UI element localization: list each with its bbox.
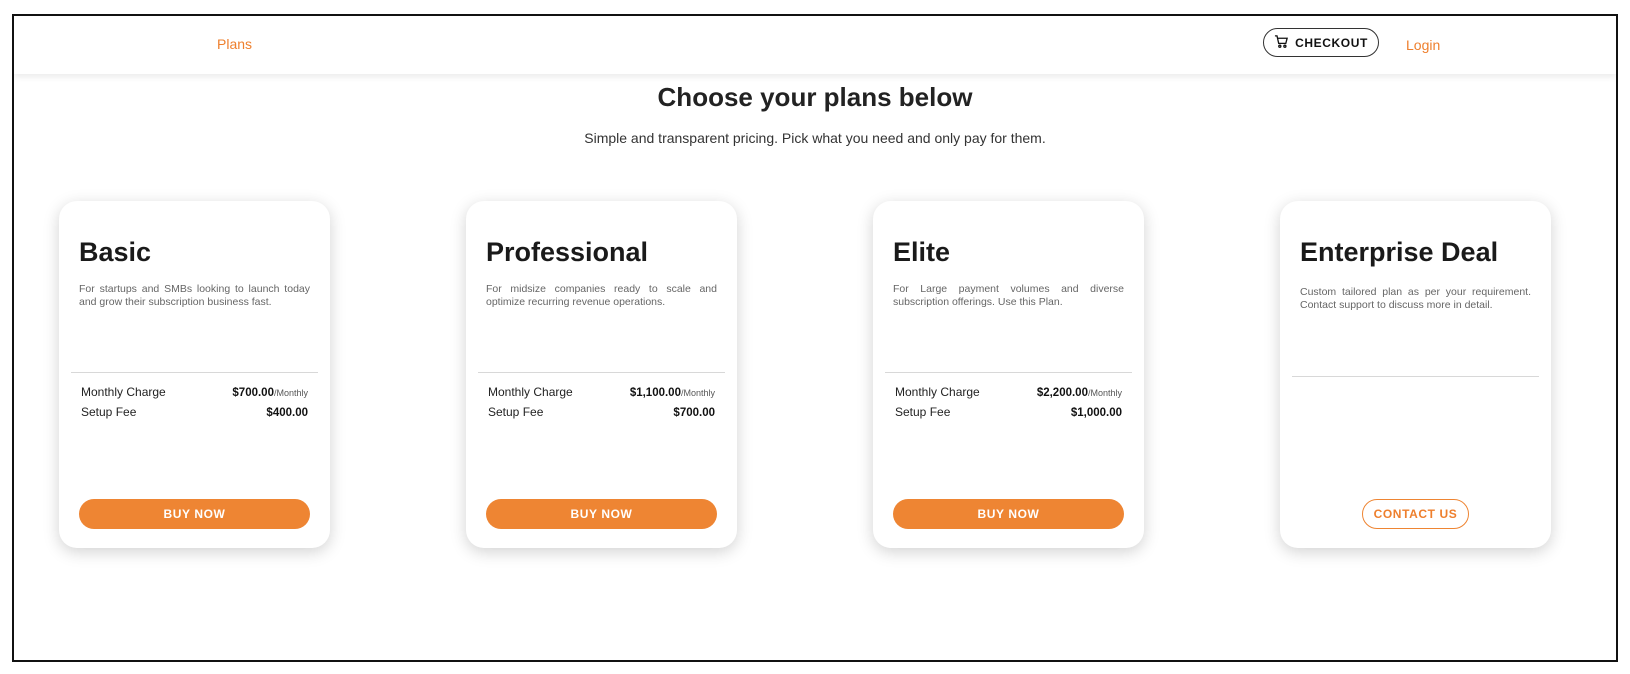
setup-fee-row: Setup Fee $700.00 xyxy=(488,405,715,419)
buy-now-button[interactable]: BUY NOW xyxy=(893,499,1124,529)
plan-divider xyxy=(885,372,1132,373)
setup-fee-row: Setup Fee $1,000.00 xyxy=(895,405,1122,419)
page-frame: Plans CHECKOUT Login Choose your plans b… xyxy=(12,14,1618,662)
monthly-charge-unit: /Monthly xyxy=(273,388,308,398)
plan-card-elite: Elite For Large payment volumes and dive… xyxy=(873,201,1144,548)
cart-icon xyxy=(1274,34,1289,52)
plan-title: Enterprise Deal xyxy=(1300,237,1499,267)
monthly-charge-unit: /Monthly xyxy=(680,388,715,398)
setup-fee-row: Setup Fee $400.00 xyxy=(81,405,308,419)
plan-divider xyxy=(478,372,725,373)
login-link[interactable]: Login xyxy=(1406,37,1440,53)
plan-description: Custom tailored plan as per your require… xyxy=(1300,286,1531,311)
plan-description: For midsize companies ready to scale and… xyxy=(486,283,717,308)
setup-fee-amount: $400.00 xyxy=(266,407,308,419)
contact-us-button[interactable]: CONTACT US xyxy=(1362,499,1469,529)
plan-divider xyxy=(1292,376,1539,377)
plan-card-basic: Basic For startups and SMBs looking to l… xyxy=(59,201,330,548)
setup-fee-label: Setup Fee xyxy=(895,405,951,419)
monthly-charge-unit: /Monthly xyxy=(1087,388,1122,398)
plan-description: For Large payment volumes and diverse su… xyxy=(893,283,1124,308)
monthly-charge-amount: $700.00 xyxy=(232,387,274,399)
page-title: Choose your plans below xyxy=(657,82,973,112)
plan-title: Basic xyxy=(79,237,152,267)
plan-card-enterprise: Enterprise Deal Custom tailored plan as … xyxy=(1280,201,1551,548)
buy-now-button[interactable]: BUY NOW xyxy=(79,499,310,529)
plan-card-professional: Professional For midsize companies ready… xyxy=(466,201,737,548)
checkout-button[interactable]: CHECKOUT xyxy=(1263,28,1379,57)
page-subtitle: Simple and transparent pricing. Pick wha… xyxy=(584,130,1046,146)
plan-divider xyxy=(71,372,318,373)
monthly-charge-label: Monthly Charge xyxy=(81,385,166,399)
buy-now-button[interactable]: BUY NOW xyxy=(486,499,717,529)
nav-plans-link[interactable]: Plans xyxy=(217,36,252,52)
setup-fee-amount: $1,000.00 xyxy=(1070,407,1122,419)
plan-description: For startups and SMBs looking to launch … xyxy=(79,283,310,308)
setup-fee-label: Setup Fee xyxy=(488,405,544,419)
monthly-charge-row: Monthly Charge $2,200.00/Monthly xyxy=(895,385,1122,399)
top-nav-bar: Plans CHECKOUT Login xyxy=(14,16,1616,74)
plan-title: Professional xyxy=(486,237,649,267)
setup-fee-label: Setup Fee xyxy=(81,405,137,419)
monthly-charge-amount: $2,200.00 xyxy=(1036,387,1088,399)
checkout-label: CHECKOUT xyxy=(1295,35,1368,50)
monthly-charge-amount: $1,100.00 xyxy=(629,387,681,399)
monthly-charge-row: Monthly Charge $700.00/Monthly xyxy=(81,385,308,399)
monthly-charge-label: Monthly Charge xyxy=(488,385,573,399)
monthly-charge-row: Monthly Charge $1,100.00/Monthly xyxy=(488,385,715,399)
monthly-charge-label: Monthly Charge xyxy=(895,385,980,399)
plan-title: Elite xyxy=(893,237,951,267)
setup-fee-amount: $700.00 xyxy=(673,407,715,419)
